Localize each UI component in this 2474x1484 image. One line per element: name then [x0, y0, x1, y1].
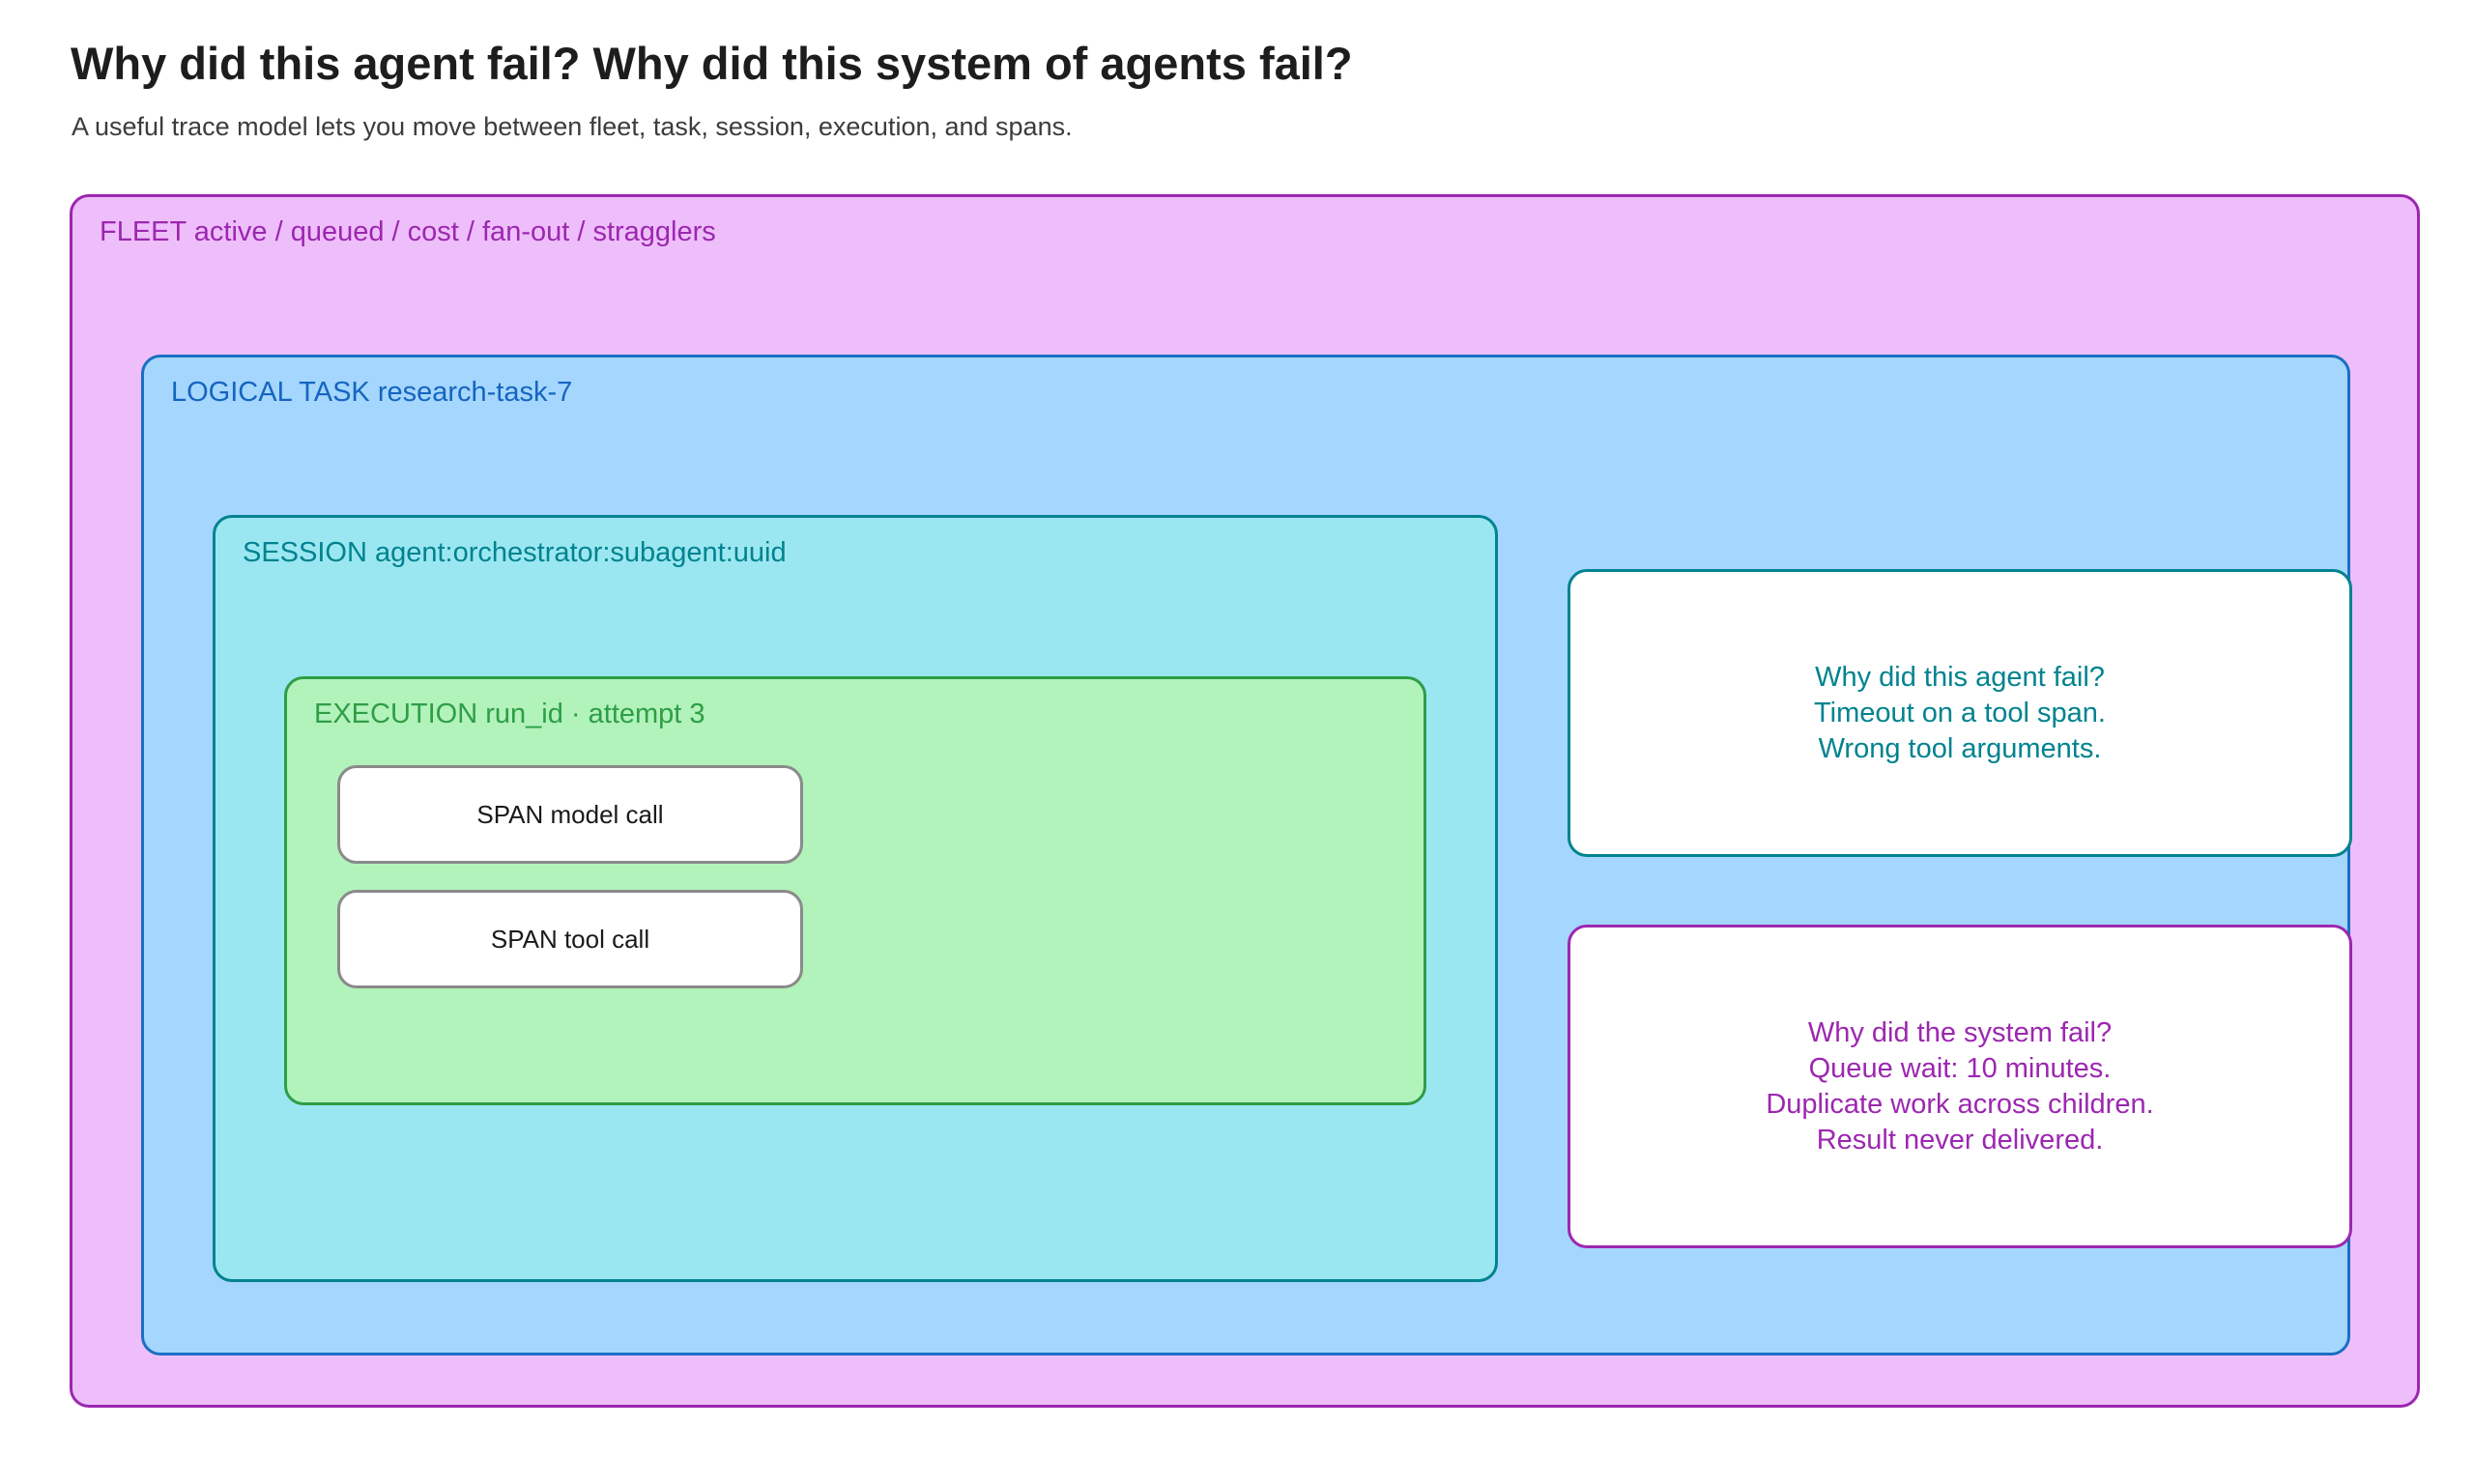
agent-failure-reason: Timeout on a tool span. — [1814, 697, 2106, 728]
agent-failure-question: Why did this agent fail? — [1815, 661, 2105, 693]
span-model-call: SPAN model call — [337, 765, 803, 864]
logical-task-label: LOGICAL TASK research-task-7 — [171, 377, 573, 408]
page-title: Why did this agent fail? Why did this sy… — [71, 38, 1353, 89]
session-label: SESSION agent:orchestrator:subagent:uuid — [243, 537, 787, 568]
system-failure-reason: Duplicate work across children. — [1766, 1088, 2154, 1120]
system-failure-reason: Result never delivered. — [1816, 1124, 2104, 1156]
system-failure-note: Why did the system fail? Queue wait: 10 … — [1568, 925, 2352, 1248]
fleet-label: FLEET active / queued / cost / fan-out /… — [100, 216, 716, 247]
system-failure-question: Why did the system fail? — [1807, 1016, 2113, 1048]
agent-failure-reason: Wrong tool arguments. — [1818, 732, 2102, 764]
span-tool-call: SPAN tool call — [337, 890, 803, 988]
execution-label: EXECUTION run_id · attempt 3 — [314, 699, 705, 729]
page-subtitle: A useful trace model lets you move betwe… — [72, 112, 1073, 141]
system-failure-reason: Queue wait: 10 minutes. — [1808, 1052, 2112, 1084]
agent-failure-note: Why did this agent fail? Timeout on a to… — [1568, 569, 2352, 857]
